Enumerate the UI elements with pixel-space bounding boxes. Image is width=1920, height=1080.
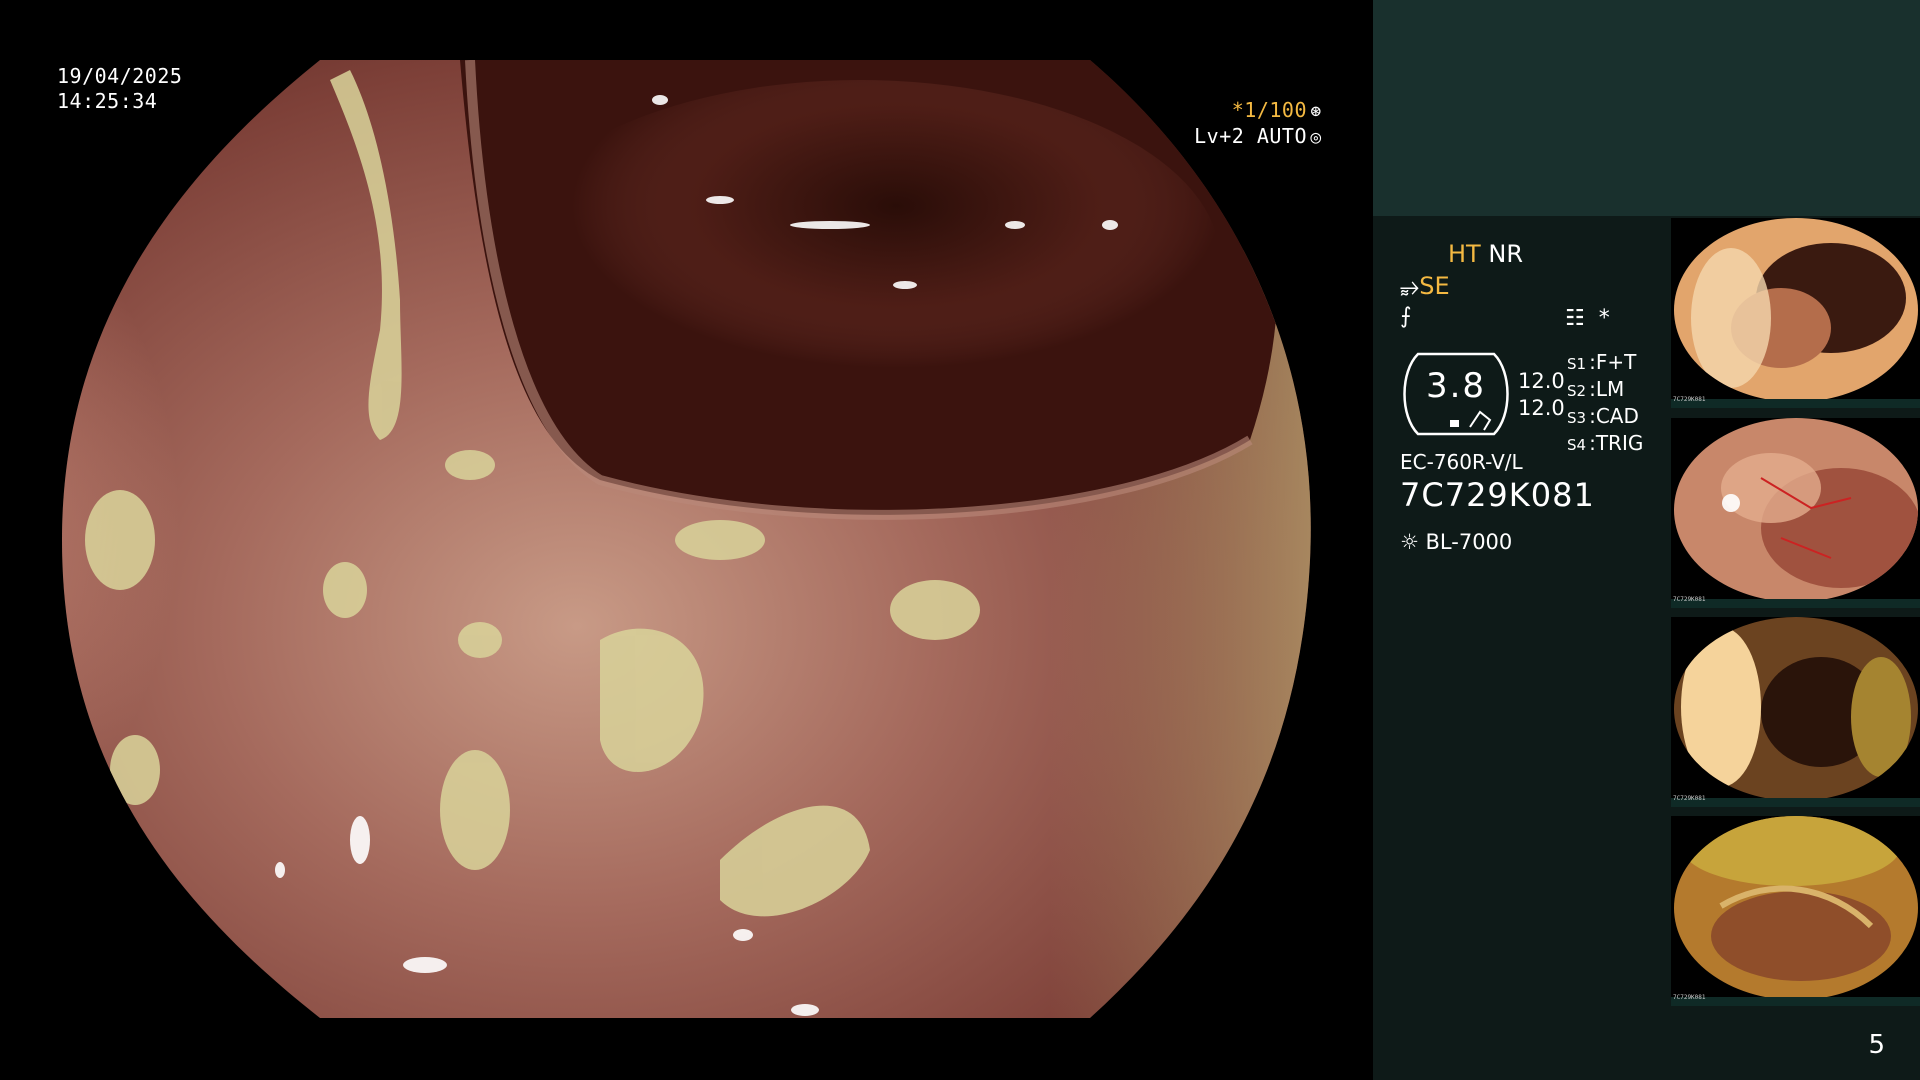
se-label: SE <box>1419 272 1450 300</box>
thumbnail-info-bar <box>1671 399 1920 408</box>
gauge-value: 3.8 <box>1425 366 1487 406</box>
zoom-gauge: 3.8 <box>1400 350 1512 438</box>
endoscope-view: 19/04/2025 14:25:34 *1/100 ⊛ Lv+2 AUTO ◎ <box>0 0 1373 1080</box>
nr-label: NR <box>1488 240 1523 268</box>
exposure-level-text: Lv+2 AUTO <box>1194 124 1307 148</box>
zoom-bottom-value: 12.0 <box>1518 396 1565 420</box>
menu-icons: ☷ * <box>1565 306 1610 331</box>
endoscopic-image <box>62 60 1311 1018</box>
time-text: 14:25:34 <box>57 89 158 113</box>
thumbnail-serial: 7C729K081 <box>1673 596 1706 603</box>
light-source-text: BL-7000 <box>1425 530 1513 554</box>
thumbnail-serial: 7C729K081 <box>1673 396 1706 403</box>
capture-thumbnail[interactable]: 7C729K081 <box>1671 418 1920 608</box>
panel-header-area <box>1373 0 1920 216</box>
iris-icon: ◎ <box>1310 127 1322 148</box>
thumbnail-image <box>1674 617 1918 801</box>
shutter-speed-text: *1/100 <box>1231 98 1307 122</box>
thumbnail-info-bar <box>1671 997 1920 1006</box>
thumbnail-info-bar <box>1671 599 1920 608</box>
exposure-info: *1/100 ⊛ Lv+2 AUTO ◎ <box>1194 98 1325 150</box>
zoom-values: 12.0 12.0 <box>1518 368 1565 422</box>
capture-thumbnail[interactable]: 7C729K081 <box>1671 617 1920 807</box>
aperture-icon: ⊛ <box>1310 101 1322 122</box>
thumbnail-image <box>1674 816 1918 1000</box>
asterisk-icon: * <box>1598 306 1610 331</box>
capture-thumbnail[interactable]: 7C729K081 <box>1671 816 1920 1006</box>
date-time-readout: 19/04/2025 14:25:34 <box>57 64 182 114</box>
thumbnail-info-bar <box>1671 798 1920 807</box>
switch-s4: S4:TRIG <box>1567 431 1644 455</box>
structure-icon: ⥵ <box>1400 272 1420 300</box>
switch-s2: S2:LM <box>1567 377 1625 401</box>
page-number: 5 <box>1868 1030 1885 1060</box>
thumbnail-serial: 7C729K081 <box>1673 994 1706 1001</box>
settings-list-icon: ☷ <box>1565 306 1585 331</box>
switch-s3: S3:CAD <box>1567 404 1639 428</box>
ht-label: HT <box>1448 240 1481 268</box>
scope-serial: 7C729K081 <box>1400 476 1595 514</box>
scope-model: EC-760R-V/L <box>1400 450 1523 474</box>
thumbnail-serial: 7C729K081 <box>1673 795 1706 802</box>
se-row: ⥵SE <box>1400 272 1450 300</box>
thumbnail-image <box>1674 418 1918 602</box>
zoom-top-value: 12.0 <box>1518 369 1565 393</box>
filter-row: ⨍ <box>1400 304 1411 329</box>
enhancement-row: HT NR <box>1448 240 1523 268</box>
light-source-icon: ☼ <box>1400 530 1419 554</box>
capture-thumbnail[interactable]: 7C729K081 <box>1671 218 1920 408</box>
thumbnail-image <box>1674 218 1918 402</box>
scope-switches: S1:F+T S2:LM S3:CAD S4:TRIG <box>1567 350 1643 458</box>
switch-s1: S1:F+T <box>1567 350 1637 374</box>
date-text: 19/04/2025 <box>57 64 183 88</box>
light-source-row: ☼ BL-7000 <box>1400 530 1512 554</box>
filter-icon: ⨍ <box>1400 304 1412 329</box>
